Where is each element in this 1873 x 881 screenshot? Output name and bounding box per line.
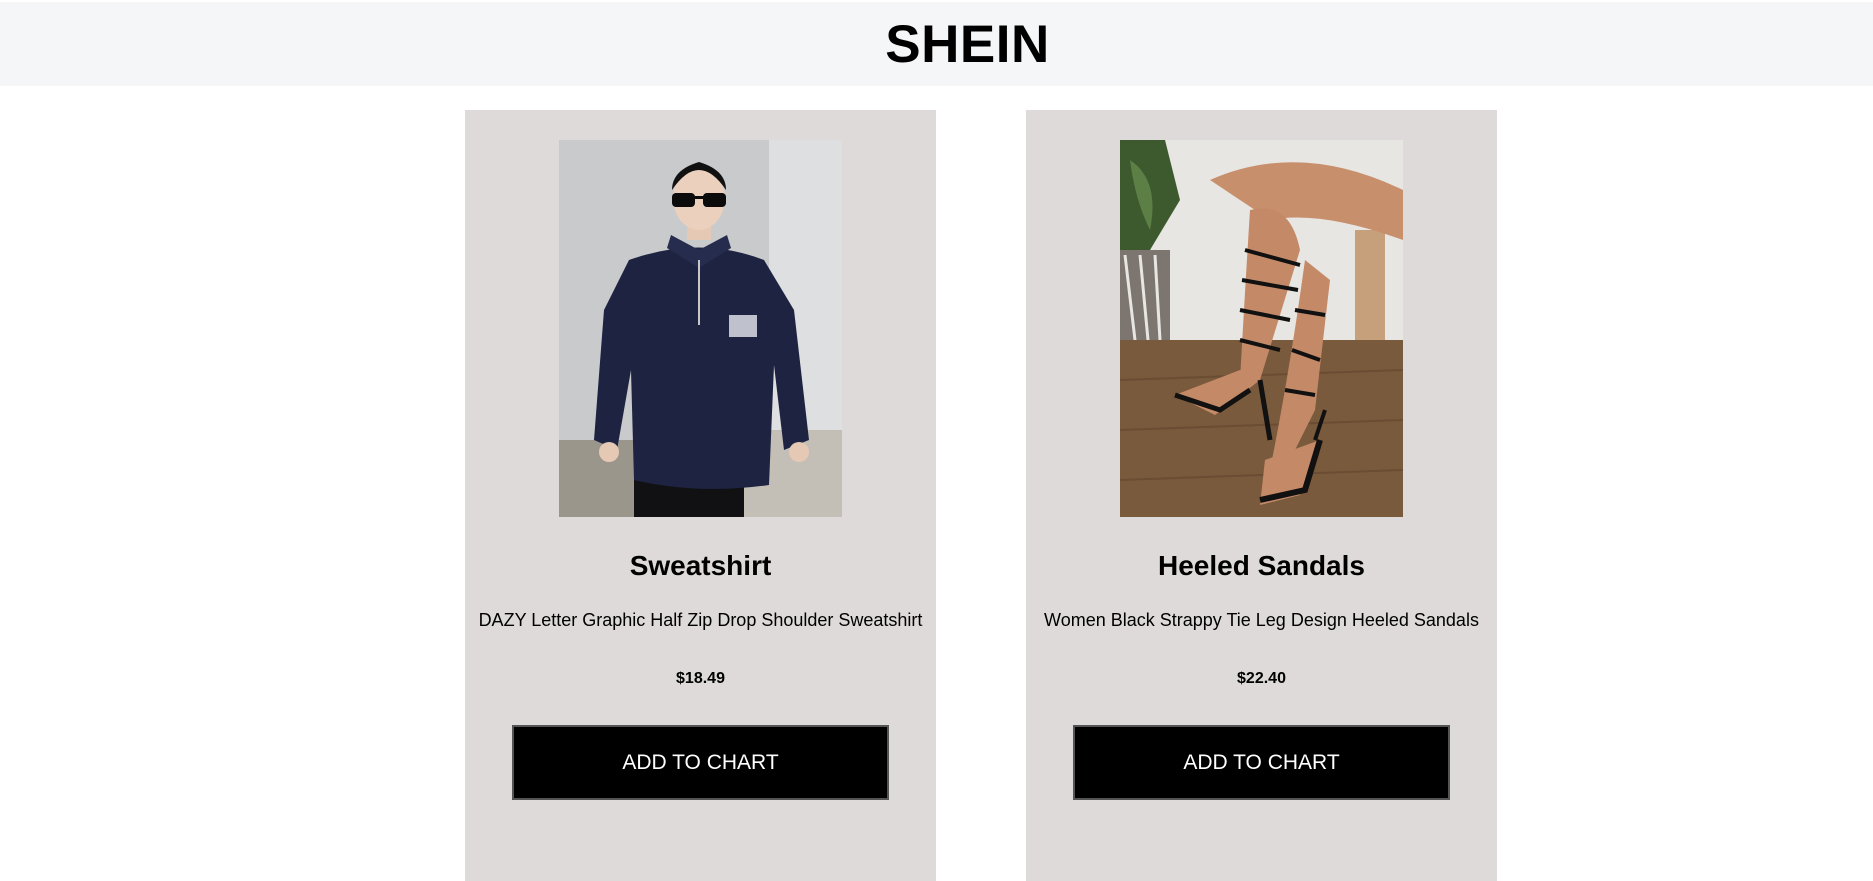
product-image-heeled-sandals[interactable] <box>1120 140 1403 517</box>
product-price: $22.40 <box>1237 670 1286 687</box>
product-title[interactable]: Sweatshirt <box>465 550 936 582</box>
product-description: DAZY Letter Graphic Half Zip Drop Should… <box>478 610 923 630</box>
product-description: Women Black Strappy Tie Leg Design Heele… <box>1044 610 1479 630</box>
site-header: SHEIN <box>0 2 1873 86</box>
product-title[interactable]: Heeled Sandals <box>1026 550 1497 582</box>
add-to-cart-button[interactable]: ADD TO CHART <box>512 725 889 800</box>
product-image-sweatshirt[interactable] <box>559 140 842 517</box>
brand-logo[interactable]: SHEIN <box>885 14 1049 75</box>
product-price: $18.49 <box>676 670 725 687</box>
add-to-cart-button[interactable]: ADD TO CHART <box>1073 725 1450 800</box>
product-card: Heeled Sandals Women Black Strappy Tie L… <box>1026 110 1497 881</box>
product-card: Sweatshirt DAZY Letter Graphic Half Zip … <box>465 110 936 881</box>
